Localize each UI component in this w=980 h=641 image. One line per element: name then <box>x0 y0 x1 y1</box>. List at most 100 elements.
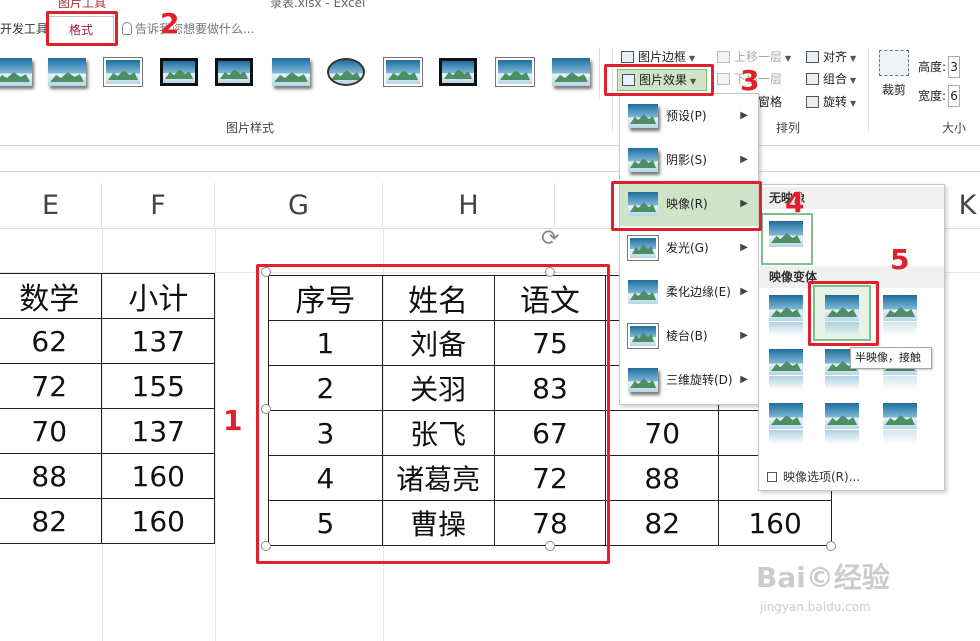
reflection-option-icon[interactable] <box>769 403 803 447</box>
style-thumb[interactable] <box>382 55 424 91</box>
reflection-option-icon[interactable] <box>883 295 917 339</box>
table-cell[interactable]: 62 <box>0 318 103 364</box>
menu-item-label: 柔化边缘(E) <box>666 285 731 299</box>
height-input[interactable]: 3 <box>948 56 961 78</box>
menu-item-label: 发光(G) <box>666 241 709 255</box>
table-cell[interactable]: 137 <box>101 408 215 454</box>
menu-item-3d-rotation[interactable]: 三维旋转(D) ▶ <box>620 358 758 402</box>
crop-icon <box>879 50 909 76</box>
style-thumb[interactable] <box>437 55 479 91</box>
lightbulb-icon <box>122 22 132 35</box>
picture-styles-gallery <box>0 55 605 95</box>
style-thumb[interactable] <box>270 55 312 91</box>
menu-item-bevel[interactable]: 棱台(B) ▶ <box>620 314 758 358</box>
no-reflection-thumb <box>769 221 803 265</box>
chevron-down-icon: ▼ <box>850 76 857 85</box>
style-thumb[interactable] <box>46 55 88 91</box>
group-label: 组合 <box>823 72 848 86</box>
style-thumb[interactable] <box>158 55 200 91</box>
header-cell[interactable]: 数学 <box>0 273 103 319</box>
reflection-option-icon[interactable] <box>883 403 917 447</box>
width-field[interactable]: 宽度: 6 <box>918 85 961 107</box>
table-cell[interactable]: 137 <box>101 318 215 364</box>
picture-icon <box>384 58 422 86</box>
reflection-options-item[interactable]: 映像选项(R)... <box>767 468 860 485</box>
callout-number: 5 <box>890 243 910 276</box>
table-cell[interactable]: 155 <box>101 363 215 409</box>
style-thumb[interactable] <box>0 55 34 91</box>
formula-bar[interactable] <box>0 146 980 172</box>
menu-item-shadow[interactable]: 阴影(S) ▶ <box>620 138 758 182</box>
table-cell[interactable]: 160 <box>101 498 215 544</box>
picture-icon <box>552 58 590 86</box>
column-header-g[interactable]: G <box>215 183 383 229</box>
callout-number: 2 <box>160 7 180 40</box>
soft-edges-icon <box>628 280 658 304</box>
column-header-e[interactable]: E <box>0 183 102 229</box>
callout-number: 4 <box>785 186 805 219</box>
tell-me-box[interactable]: 告诉我您想要做什么... <box>122 16 254 42</box>
resize-handle[interactable] <box>826 541 836 551</box>
style-thumb[interactable] <box>102 55 144 91</box>
column-header-h[interactable]: H <box>383 183 555 229</box>
arrange-group-label: 排列 <box>776 121 801 135</box>
align-button[interactable]: 对齐 ▼ <box>806 47 856 67</box>
menu-item-label: 棱台(B) <box>666 329 708 343</box>
reflection-option-icon[interactable] <box>769 295 803 339</box>
menu-item-soft-edges[interactable]: 柔化边缘(E) ▶ <box>620 270 758 314</box>
table-cell: 82 <box>605 500 720 546</box>
picture-icon <box>160 58 198 86</box>
width-label: 宽度: <box>918 89 947 103</box>
callout-number: 3 <box>740 64 760 97</box>
tooltip: 半映像，接触 <box>850 347 932 369</box>
picture-icon <box>104 58 142 86</box>
column-header-f[interactable]: F <box>102 183 215 229</box>
reflection-option-icon[interactable] <box>825 403 859 447</box>
rotate-icon <box>806 96 819 108</box>
table-cell[interactable]: 88 <box>0 453 103 499</box>
chevron-right-icon: ▶ <box>740 374 748 385</box>
group-button[interactable]: 组合 ▼ <box>806 69 856 89</box>
callout-box-format-tab <box>46 11 118 46</box>
callout-box-picture-effects <box>604 64 714 96</box>
picture-icon <box>215 58 253 86</box>
chevron-down-icon: ▼ <box>689 54 696 63</box>
style-thumb[interactable] <box>494 55 536 91</box>
tab-developer[interactable]: 开发工具 <box>0 16 48 42</box>
width-input[interactable]: 6 <box>948 85 961 107</box>
reflection-option-icon[interactable] <box>769 349 803 393</box>
picture-icon <box>0 58 32 86</box>
table-cell[interactable]: 160 <box>101 453 215 499</box>
picture-icon <box>439 58 477 86</box>
table-cell: 160 <box>718 500 832 546</box>
crop-button[interactable]: 裁剪 <box>882 80 906 100</box>
height-field[interactable]: 高度: 3 <box>918 56 961 78</box>
group-separator <box>868 48 869 132</box>
style-thumb[interactable] <box>550 55 592 91</box>
tell-me-text: 告诉我您想要做什么... <box>135 22 255 36</box>
callout-box-reflection <box>611 181 762 231</box>
style-thumb[interactable] <box>213 55 255 91</box>
reflection-options-icon <box>767 472 777 482</box>
header-cell[interactable]: 小计 <box>101 273 215 319</box>
chevron-right-icon: ▶ <box>740 110 748 121</box>
bring-forward-icon <box>717 51 730 63</box>
rotate-button[interactable]: 旋转 ▼ <box>806 92 856 112</box>
chevron-down-icon: ▼ <box>785 54 792 63</box>
table-cell[interactable]: 72 <box>0 363 103 409</box>
menu-item-label: 预设(P) <box>666 109 707 123</box>
menu-item-glow[interactable]: 发光(G) ▶ <box>620 226 758 270</box>
style-thumb[interactable] <box>325 55 367 91</box>
table-cell[interactable]: 82 <box>0 498 103 544</box>
chevron-right-icon: ▶ <box>740 330 748 341</box>
table-cell: 88 <box>605 455 720 501</box>
group-icon <box>806 73 819 85</box>
picture-styles-group-label: 图片样式 <box>226 121 275 135</box>
table-cell[interactable]: 70 <box>0 408 103 454</box>
glow-icon <box>628 236 658 260</box>
column-header-k[interactable]: K <box>955 183 980 229</box>
selection-pane-button[interactable]: 窗格 <box>758 92 782 112</box>
align-label: 对齐 <box>823 50 848 64</box>
rotate-handle-icon[interactable]: ⟳ <box>541 228 563 250</box>
menu-item-preset[interactable]: 预设(P) ▶ <box>620 94 758 138</box>
